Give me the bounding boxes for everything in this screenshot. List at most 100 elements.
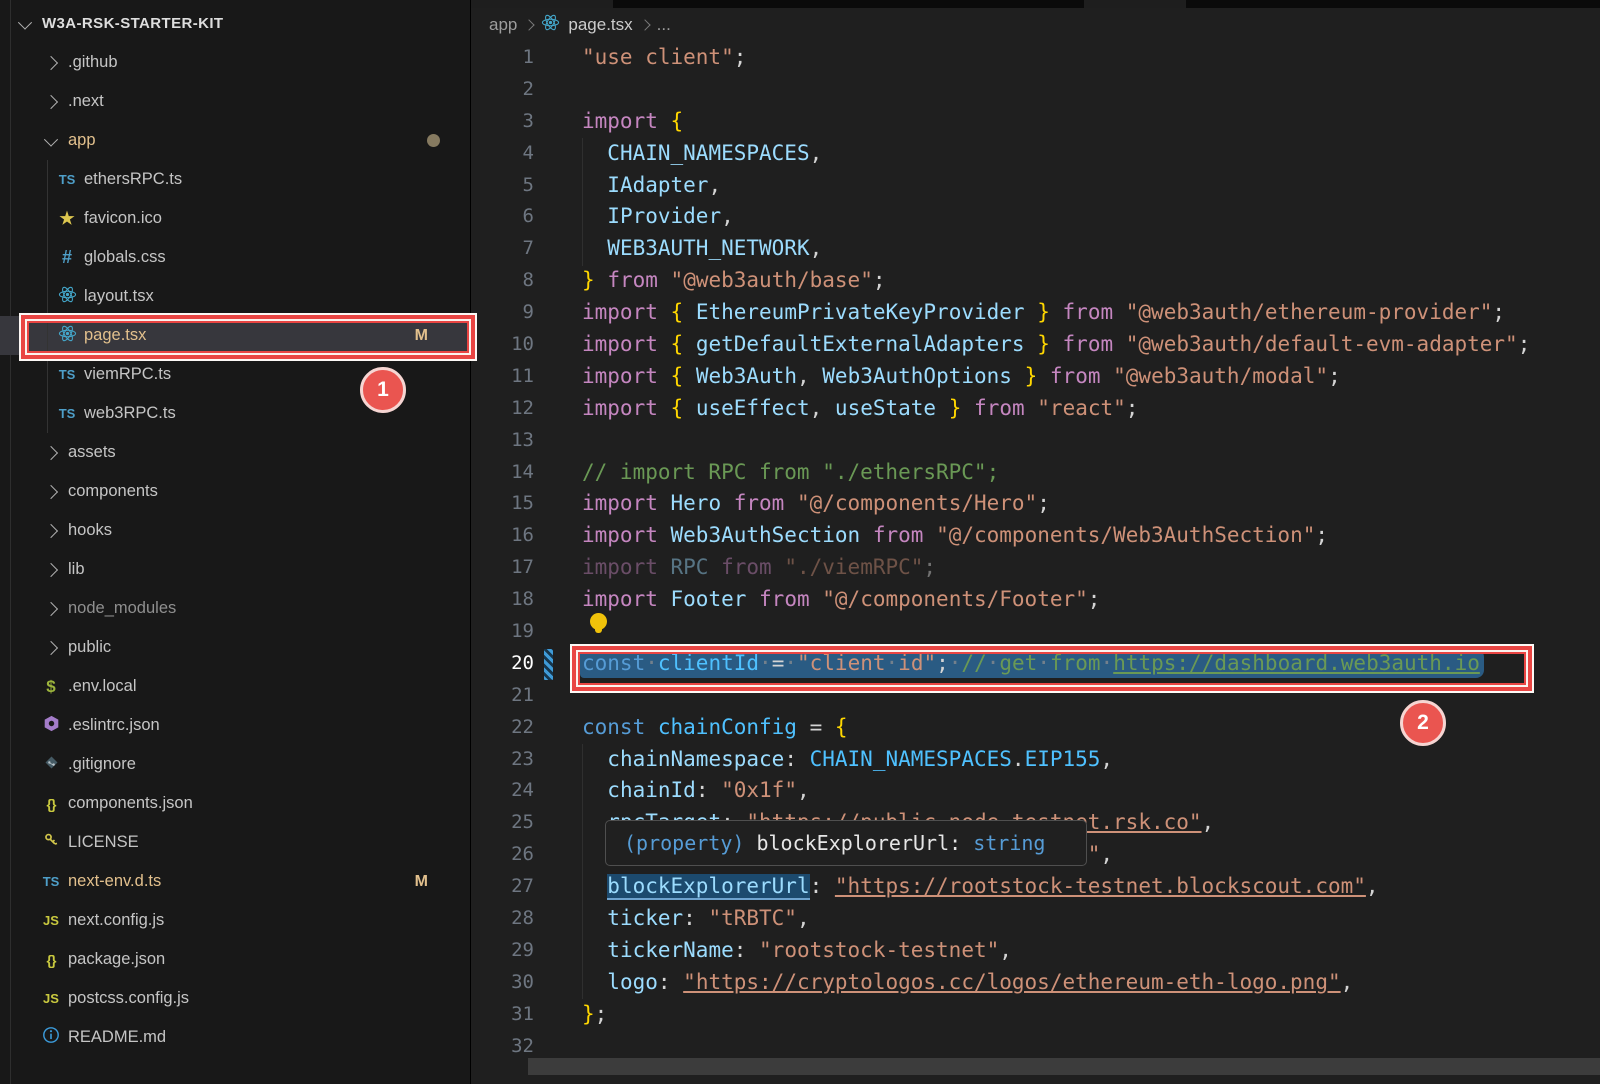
line-content[interactable]: IAdapter,	[582, 170, 1600, 202]
line-number[interactable]: 15	[471, 488, 582, 520]
line-content[interactable]: CHAIN_NAMESPACES,	[582, 138, 1600, 170]
line-content[interactable]: chainNamespace: CHAIN_NAMESPACES.EIP155,	[582, 744, 1600, 776]
sidebar-item-assets[interactable]: assets	[0, 433, 470, 472]
line-content[interactable]: import RPC from "./viemRPC";	[582, 552, 1600, 584]
line-number[interactable]: 17	[471, 552, 582, 584]
line-content[interactable]: "use client";	[582, 42, 1600, 74]
line-content[interactable]: WEB3AUTH_NETWORK,	[582, 233, 1600, 265]
line-content[interactable]	[582, 425, 1600, 457]
code-line-29[interactable]: 29 tickerName: "rootstock-testnet",	[471, 935, 1600, 967]
line-content[interactable]: logo: "https://cryptologos.cc/logos/ethe…	[582, 967, 1600, 999]
line-number[interactable]: 6	[471, 201, 582, 233]
line-number[interactable]: 28	[471, 903, 582, 935]
lightbulb-icon[interactable]	[590, 613, 607, 630]
line-number[interactable]: 30	[471, 967, 582, 999]
breadcrumb-folder[interactable]: app	[489, 15, 517, 35]
line-content[interactable]	[582, 680, 1600, 712]
line-content[interactable]: ticker: "tRBTC",	[582, 903, 1600, 935]
code-line-23[interactable]: 23 chainNamespace: CHAIN_NAMESPACES.EIP1…	[471, 744, 1600, 776]
sidebar-item-readme-md[interactable]: README.md	[0, 1018, 470, 1057]
sidebar-item-postcss-config-js[interactable]: JSpostcss.config.js	[0, 979, 470, 1018]
line-number[interactable]: 3	[471, 106, 582, 138]
line-number[interactable]: 10	[471, 329, 582, 361]
sidebar-item-github[interactable]: .github	[0, 43, 470, 82]
line-number[interactable]: 29	[471, 935, 582, 967]
line-number[interactable]: 19	[471, 616, 582, 648]
line-content[interactable]	[582, 74, 1600, 106]
line-number[interactable]: 11	[471, 361, 582, 393]
sidebar-item-ethersrpc-ts[interactable]: TSethersRPC.ts	[0, 160, 470, 199]
line-number[interactable]: 16	[471, 520, 582, 552]
code-line-13[interactable]: 13	[471, 425, 1600, 457]
code-link[interactable]: https://dashboard.web3auth.io	[1113, 651, 1480, 675]
line-content[interactable]: // import RPC from "./ethersRPC";	[582, 457, 1600, 489]
code-link[interactable]: "https://rootstock-testnet.blockscout.co…	[835, 874, 1366, 898]
line-content[interactable]: IProvider,	[582, 201, 1600, 233]
code-line-8[interactable]: 8} from "@web3auth/base";	[471, 265, 1600, 297]
sidebar-item-globals-css[interactable]: #globals.css	[0, 238, 470, 277]
sidebar-item-env-local[interactable]: $.env.local	[0, 667, 470, 706]
code-line-22[interactable]: 22const chainConfig = {	[471, 712, 1600, 744]
breadcrumb-symbol[interactable]: ...	[657, 15, 671, 35]
sidebar-item-app[interactable]: app	[0, 121, 470, 160]
sidebar-item-components-json[interactable]: {}components.json	[0, 784, 470, 823]
line-number[interactable]: 25	[471, 807, 582, 839]
code-line-15[interactable]: 15import Hero from "@/components/Hero";	[471, 488, 1600, 520]
code-link[interactable]: "https://cryptologos.cc/logos/ethereum-e…	[683, 970, 1340, 994]
line-content[interactable]: import Footer from "@/components/Footer"…	[582, 584, 1600, 616]
line-content[interactable]: const·clientId·=·"client·id";·//·get·fro…	[582, 648, 1600, 680]
line-content[interactable]: tickerName: "rootstock-testnet",	[582, 935, 1600, 967]
code-line-27[interactable]: 27 blockExplorerUrl: "https://rootstock-…	[471, 871, 1600, 903]
code-line-5[interactable]: 5 IAdapter,	[471, 170, 1600, 202]
line-number[interactable]: 26	[471, 839, 582, 871]
code-line-14[interactable]: 14// import RPC from "./ethersRPC";	[471, 457, 1600, 489]
sidebar-item-eslintrc-json[interactable]: .eslintrc.json	[0, 706, 470, 745]
line-number[interactable]: 4	[471, 138, 582, 170]
line-number[interactable]: 24	[471, 775, 582, 807]
code-line-7[interactable]: 7 WEB3AUTH_NETWORK,	[471, 233, 1600, 265]
line-content[interactable]: import {	[582, 106, 1600, 138]
sidebar-item-favicon-ico[interactable]: ★favicon.ico	[0, 199, 470, 238]
sidebar-item-web3rpc-ts[interactable]: TSweb3RPC.ts	[0, 394, 470, 433]
line-number[interactable]: 7	[471, 233, 582, 265]
sidebar-item-viemrpc-ts[interactable]: TSviemRPC.ts	[0, 355, 470, 394]
code-line-6[interactable]: 6 IProvider,	[471, 201, 1600, 233]
sidebar-item-lib[interactable]: lib	[0, 550, 470, 589]
line-content[interactable]: import Hero from "@/components/Hero";	[582, 488, 1600, 520]
line-number[interactable]: 2	[471, 74, 582, 106]
code-line-21[interactable]: 21	[471, 680, 1600, 712]
code-line-2[interactable]: 2	[471, 74, 1600, 106]
code-line-19[interactable]: 19	[471, 616, 1600, 648]
sidebar-item-license[interactable]: LICENSE	[0, 823, 470, 862]
sidebar-item-components[interactable]: components	[0, 472, 470, 511]
code-line-31[interactable]: 31};	[471, 999, 1600, 1031]
line-content[interactable]: import { Web3Auth, Web3AuthOptions } fro…	[582, 361, 1600, 393]
code-line-20[interactable]: 20const·clientId·=·"client·id";·//·get·f…	[471, 648, 1600, 680]
code-line-3[interactable]: 3import {	[471, 106, 1600, 138]
editor-pane[interactable]: app page.tsx ... 1"use client";23import …	[470, 0, 1600, 1084]
sidebar-item-next[interactable]: .next	[0, 82, 470, 121]
line-number[interactable]: 9	[471, 297, 582, 329]
code-line-16[interactable]: 16import Web3AuthSection from "@/compone…	[471, 520, 1600, 552]
line-content[interactable]	[582, 616, 1600, 648]
line-number[interactable]: 27	[471, 871, 582, 903]
sidebar-item-package-json[interactable]: {}package.json	[0, 940, 470, 979]
line-number[interactable]: 20	[471, 648, 582, 680]
line-number[interactable]: 1	[471, 42, 582, 74]
sidebar-item-next-config-js[interactable]: JSnext.config.js	[0, 901, 470, 940]
breadcrumb-file[interactable]: page.tsx	[568, 15, 632, 35]
code-line-11[interactable]: 11import { Web3Auth, Web3AuthOptions } f…	[471, 361, 1600, 393]
line-content[interactable]: blockExplorerUrl: "https://rootstock-tes…	[582, 871, 1600, 903]
line-number[interactable]: 21	[471, 680, 582, 712]
sidebar-item-page-tsx[interactable]: page.tsxM	[0, 316, 470, 355]
code-line-28[interactable]: 28 ticker: "tRBTC",	[471, 903, 1600, 935]
line-number[interactable]: 13	[471, 425, 582, 457]
code-line-18[interactable]: 18import Footer from "@/components/Foote…	[471, 584, 1600, 616]
sidebar-item-public[interactable]: public	[0, 628, 470, 667]
line-content[interactable]: chainId: "0x1f",	[582, 775, 1600, 807]
line-number[interactable]: 31	[471, 999, 582, 1031]
line-content[interactable]: };	[582, 999, 1600, 1031]
sidebar-item-gitignore[interactable]: .gitignore	[0, 745, 470, 784]
sidebar-item-hooks[interactable]: hooks	[0, 511, 470, 550]
code-line-1[interactable]: 1"use client";	[471, 42, 1600, 74]
